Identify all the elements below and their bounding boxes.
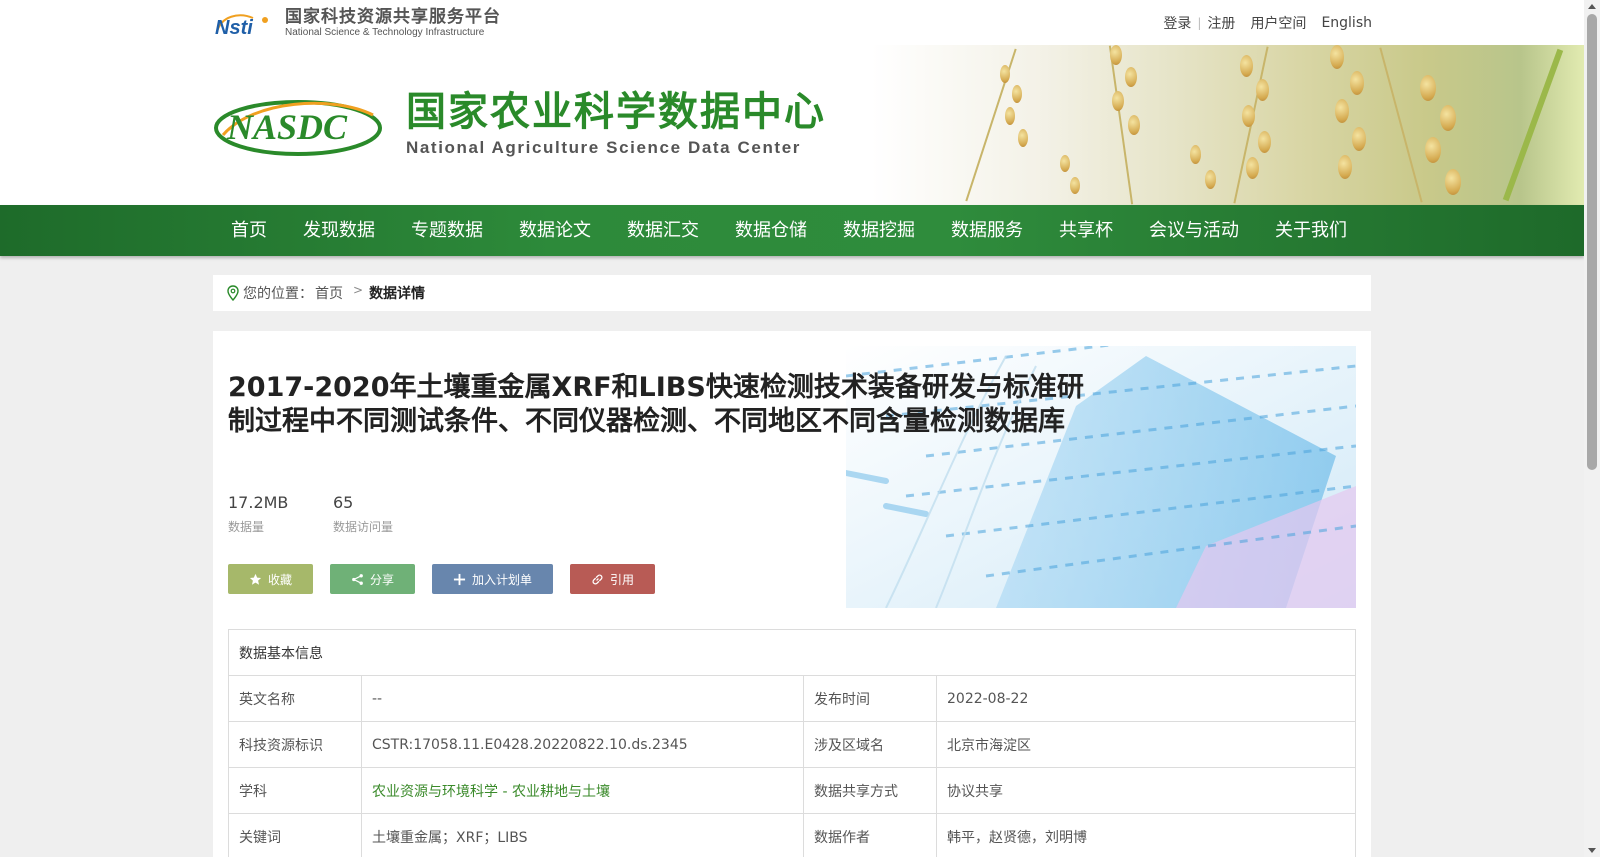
keywords-value: 土壤重金属；XRF；LIBS [361,813,804,857]
sharing-mode-label: 数据共享方式 [803,767,937,814]
main-nav: 首页 发现数据 专题数据 数据论文 数据汇交 数据仓储 数据挖掘 数据服务 共享… [0,205,1584,256]
nsti-name-en: National Science & Technology Infrastruc… [285,27,485,38]
english-name-label: 英文名称 [228,675,362,722]
resource-id-label: 科技资源标识 [228,721,362,768]
region-label: 涉及区域名 [803,721,937,768]
star-icon [249,573,262,585]
site-title-cn: 国家农业科学数据中心 [406,89,826,135]
add-to-plan-button[interactable]: 加入计划单 [432,564,553,594]
publish-date-label: 发布时间 [803,675,937,722]
nav-home[interactable]: 首页 [213,205,285,256]
nav-sharing-cup[interactable]: 共享杯 [1041,205,1131,256]
dataset-title: 2017-2020年土壤重金属XRF和LIBS快速检测技术装备研发与标准研制过程… [228,372,1084,437]
basic-info-table: 数据基本信息 英文名称 -- 发布时间 2022-08-22 科技资源标识 CS… [228,629,1356,857]
nav-data-papers[interactable]: 数据论文 [501,205,609,256]
nav-conferences[interactable]: 会议与活动 [1131,205,1257,256]
nav-about[interactable]: 关于我们 [1257,205,1365,256]
page: Nsti 国家科技资源共享服务平台 National Science & Tec… [0,0,1584,857]
data-size-value: 17.2MB [228,493,289,512]
data-size-label: 数据量 [228,520,265,534]
nasdc-logo[interactable]: NASDC [213,95,383,157]
english-name-value: -- [361,675,804,722]
nav-data-submission[interactable]: 数据汇交 [609,205,717,256]
share-label: 分享 [369,572,394,587]
add-to-plan-label: 加入计划单 [471,572,532,587]
page-scrollbar[interactable] [1584,0,1600,857]
nav-data-repository[interactable]: 数据仓储 [717,205,825,256]
nav-topic-data[interactable]: 专题数据 [393,205,501,256]
sharing-mode-value: 协议共享 [936,767,1356,814]
action-buttons: 收藏 分享 加入计划单 引用 [228,564,655,594]
breadcrumb-prefix: 您的位置： [243,286,313,302]
region-value: 北京市海淀区 [936,721,1356,768]
english-link[interactable]: English [1321,15,1372,31]
visits-value: 65 [333,493,354,512]
breadcrumb: 您的位置： 首页 > 数据详情 [213,275,1371,311]
nav-data-mining[interactable]: 数据挖掘 [825,205,933,256]
breadcrumb-separator: > [353,283,364,297]
svg-text:Nsti: Nsti [215,17,253,38]
link-icon [592,574,603,584]
authors-value: 韩平，赵贤德，刘明博 [936,813,1356,857]
site-title-en: National Agriculture Science Data Center [406,138,801,157]
nav-data-services[interactable]: 数据服务 [933,205,1041,256]
visits-label: 数据访问量 [333,520,394,534]
basic-info-heading: 数据基本信息 [228,629,1356,676]
svg-text:NASDC: NASDC [226,107,348,147]
keywords-label: 关键词 [228,813,362,857]
nsti-name-cn: 国家科技资源共享服务平台 [285,7,501,27]
top-links: 登录 | 注册 用户空间 English [1163,13,1372,33]
login-link[interactable]: 登录 [1163,13,1191,33]
link-separator: | [1197,16,1202,30]
table-row: 科技资源标识 CSTR:17058.11.E0428.20220822.10.d… [228,721,1356,768]
table-row: 英文名称 -- 发布时间 2022-08-22 [228,675,1356,722]
favorite-button[interactable]: 收藏 [228,564,313,594]
share-button[interactable]: 分享 [330,564,415,594]
register-link[interactable]: 注册 [1207,13,1235,33]
visits-stat: 65 数据访问量 [333,493,438,535]
scroll-down-arrow-icon[interactable] [1588,848,1596,853]
breadcrumb-current: 数据详情 [369,286,426,302]
table-row: 学科 农业资源与环境科学 - 农业耕地与土壤 数据共享方式 协议共享 [228,767,1356,814]
data-size-stat: 17.2MB 数据量 [228,493,333,535]
dataset-card: 2017-2020年土壤重金属XRF和LIBS快速检测技术装备研发与标准研制过程… [213,331,1371,857]
scroll-up-arrow-icon[interactable] [1588,4,1596,9]
cite-label: 引用 [609,572,634,587]
nsti-logo[interactable]: Nsti 国家科技资源共享服务平台 National Science & Tec… [213,9,501,38]
table-row: 关键词 土壤重金属；XRF；LIBS 数据作者 韩平，赵贤德，刘明博 [228,813,1356,857]
top-bar: Nsti 国家科技资源共享服务平台 National Science & Tec… [0,0,1584,45]
favorite-label: 收藏 [267,572,292,587]
cite-button[interactable]: 引用 [570,564,655,594]
dataset-stats: 17.2MB 数据量 65 数据访问量 [228,493,438,535]
scrollbar-thumb[interactable] [1587,14,1597,470]
plus-icon [453,573,466,585]
nsti-logo-icon: Nsti [213,10,279,38]
breadcrumb-home-link[interactable]: 首页 [315,283,343,303]
subject-link[interactable]: 农业资源与环境科学 - 农业耕地与土壤 [372,784,610,800]
authors-label: 数据作者 [803,813,937,857]
location-pin-icon [227,285,239,301]
user-space-link[interactable]: 用户空间 [1250,13,1306,33]
banner: NASDC 国家农业科学数据中心 National Agriculture Sc… [0,45,1584,205]
share-icon [352,573,363,585]
nav-discover-data[interactable]: 发现数据 [285,205,393,256]
resource-id-value: CSTR:17058.11.E0428.20220822.10.ds.2345 [361,721,804,768]
publish-date-value: 2022-08-22 [936,675,1356,722]
subject-label: 学科 [228,767,362,814]
